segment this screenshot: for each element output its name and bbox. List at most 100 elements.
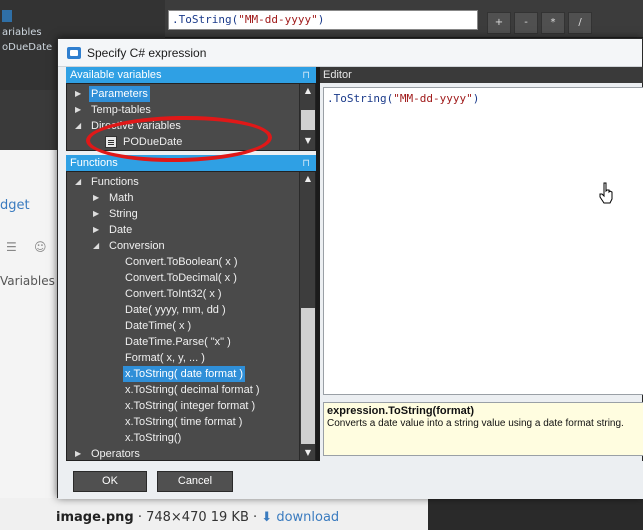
tree-row[interactable]: ◢ Functions [67, 174, 315, 190]
scroll-down-arrow-icon[interactable]: ▼ [300, 134, 315, 148]
tree-item-label: Date [109, 224, 133, 236]
help-panel: expression.ToString(format) Converts a d… [323, 402, 643, 456]
variables-scrollbar[interactable]: ▲ ▼ [299, 84, 315, 150]
available-variables-title: Available variables [70, 69, 162, 81]
caption-filename: image.png [56, 510, 134, 525]
divide-button[interactable]: / [568, 12, 592, 34]
editor-code-suffix: ) [472, 92, 480, 105]
tree-item-label: x.ToString( time format ) [125, 416, 243, 428]
dialog-title: Specify C# expression [87, 46, 207, 60]
app-window-icon [67, 47, 81, 59]
expression-editor[interactable]: .ToString("MM-dd-yyyy") [323, 87, 643, 395]
tree-item-label: String [109, 208, 138, 220]
tree-item-label: DateTime.Parse( "x" ) [125, 336, 231, 348]
expand-arrow-icon[interactable]: ▶ [93, 190, 99, 206]
tree-item-label: x.ToString( decimal format ) [125, 384, 260, 396]
editor-header: Editor [320, 67, 643, 83]
scroll-thumb[interactable] [301, 110, 315, 130]
multiply-button[interactable]: * [541, 12, 565, 34]
background-left-white: dget ☰ ☺ Variables [0, 150, 60, 500]
tree-item-label: Temp-tables [91, 104, 151, 116]
background-expression-field[interactable]: .ToString("MM-dd-yyyy") [168, 10, 478, 30]
expand-arrow-icon[interactable]: ▶ [75, 446, 81, 460]
download-link[interactable]: download [276, 510, 339, 525]
tree-row[interactable]: x.ToString( decimal format ) [67, 382, 315, 398]
image-caption: image.png · 748×470 19 KB · ⬇ download [56, 510, 339, 525]
collapse-arrow-icon[interactable]: ◢ [75, 118, 81, 134]
tree-row[interactable]: x.ToString() [67, 430, 315, 446]
tree-row[interactable]: Convert.ToInt32( x ) [67, 286, 315, 302]
hand-cursor-icon [599, 182, 613, 204]
tree-item-label: Convert.ToDecimal( x ) [125, 272, 237, 284]
tree-row[interactable]: ◢ Conversion [67, 238, 315, 254]
caption-meta: · 748×470 19 KB · [133, 510, 262, 525]
help-description: Converts a date value into a string valu… [327, 418, 624, 429]
image-caption-bar: image.png · 748×470 19 KB · ⬇ download [0, 498, 643, 530]
help-title: expression.ToString(format) [327, 405, 475, 417]
tree-item-label: Date( yyyy, mm, dd ) [125, 304, 226, 316]
tree-item-label: Conversion [109, 240, 165, 252]
functions-scrollbar[interactable]: ▲ ▼ [299, 172, 315, 460]
minus-button[interactable]: - [514, 12, 538, 34]
tree-item-label: Convert.ToInt32( x ) [125, 288, 222, 300]
tree-item-label: x.ToString() [125, 432, 182, 444]
background-dark-strip [428, 498, 643, 530]
expand-arrow-icon[interactable]: ▶ [93, 206, 99, 222]
functions-title: Functions [70, 157, 118, 169]
expression-dialog: Specify C# expression Available variable… [57, 38, 643, 499]
scroll-thumb[interactable] [301, 308, 315, 444]
tree-row[interactable]: DateTime( x ) [67, 318, 315, 334]
tree-item-label: Math [109, 192, 134, 204]
background-link-text[interactable]: dget [0, 198, 30, 213]
list-icon[interactable]: ☰ [6, 240, 17, 254]
editor-code-string: "MM-dd-yyyy" [393, 92, 473, 105]
smiley-icon[interactable]: ☺ [34, 240, 47, 254]
scroll-down-arrow-icon[interactable]: ▼ [300, 446, 315, 460]
collapse-arrow-icon[interactable]: ◢ [93, 238, 99, 254]
scroll-up-arrow-icon[interactable]: ▲ [300, 172, 315, 186]
background-variables-text: Variables [0, 274, 55, 288]
plus-button[interactable]: + [487, 12, 511, 34]
background-list-item[interactable] [0, 10, 160, 25]
tree-item-label: Convert.ToBoolean( x ) [125, 256, 238, 268]
dialog-titlebar[interactable]: Specify C# expression [58, 39, 642, 67]
tree-row[interactable]: x.ToString( time format ) [67, 414, 315, 430]
available-variables-header: Available variables ⊓ [66, 67, 316, 83]
tree-row[interactable]: ▶ String [67, 206, 315, 222]
tree-item-label: Operators [91, 448, 140, 460]
editor-code-prefix: .ToString( [327, 92, 394, 105]
tree-item-label: Parameters [89, 86, 150, 102]
collapse-arrow-icon[interactable]: ◢ [75, 174, 81, 190]
expand-arrow-icon[interactable]: ▶ [93, 222, 99, 238]
background-code-string: "MM-dd-yyyy" [238, 13, 318, 26]
scroll-up-arrow-icon[interactable]: ▲ [300, 84, 315, 98]
tree-row[interactable]: Format( x, y, ... ) [67, 350, 315, 366]
expand-arrow-icon[interactable]: ▶ [75, 86, 81, 102]
download-icon[interactable]: ⬇ [261, 510, 272, 525]
tree-row[interactable]: ▶ Math [67, 190, 315, 206]
tree-row[interactable]: Convert.ToDecimal( x ) [67, 270, 315, 286]
tree-row[interactable]: Date( yyyy, mm, dd ) [67, 302, 315, 318]
tree-row[interactable]: x.ToString( integer format ) [67, 398, 315, 414]
right-column: Editor .ToString("MM-dd-yyyy") expressio… [320, 67, 643, 456]
dialog-button-bar: OK Cancel [58, 461, 643, 499]
tree-row[interactable]: ▶ Parameters [67, 86, 315, 102]
tree-row[interactable]: ▶ Date [67, 222, 315, 238]
pin-icon[interactable]: ⊓ [302, 68, 310, 84]
background-code-prefix: .ToString( [172, 13, 239, 26]
pin-icon[interactable]: ⊓ [302, 156, 310, 172]
tree-row[interactable]: ▶ Operators [67, 446, 315, 460]
tree-row[interactable]: DateTime.Parse( "x" ) [67, 334, 315, 350]
background-code-suffix: ) [317, 13, 325, 26]
background-selection-marker [2, 10, 12, 22]
ok-button[interactable]: OK [73, 471, 147, 492]
tree-row[interactable]: x.ToString( date format ) [67, 366, 315, 382]
expand-arrow-icon[interactable]: ▶ [75, 102, 81, 118]
tree-item-label: x.ToString( date format ) [123, 366, 245, 382]
splitter[interactable] [316, 67, 320, 461]
cancel-button[interactable]: Cancel [157, 471, 233, 492]
tree-item-label: DateTime( x ) [125, 320, 192, 332]
tree-item-label: Format( x, y, ... ) [125, 352, 205, 364]
tree-item-label: x.ToString( integer format ) [125, 400, 256, 412]
tree-row[interactable]: Convert.ToBoolean( x ) [67, 254, 315, 270]
